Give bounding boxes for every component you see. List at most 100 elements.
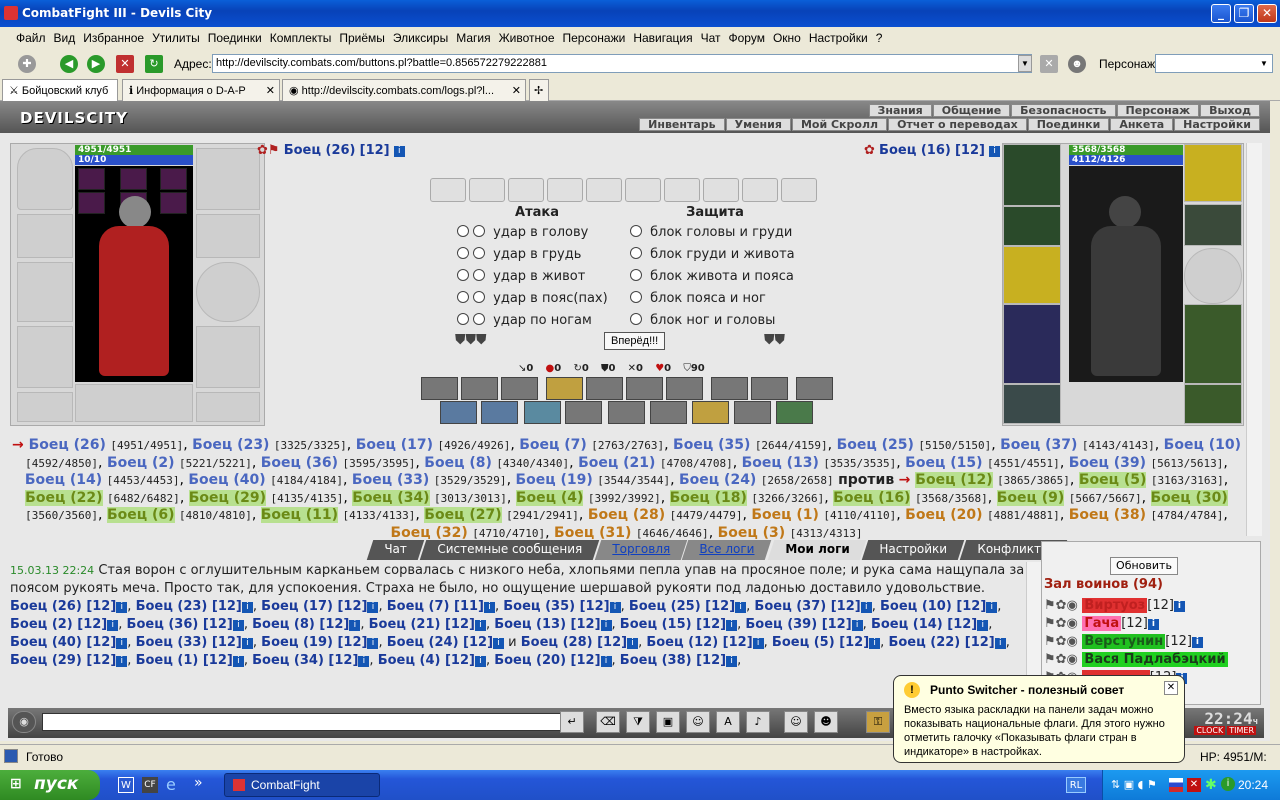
rune-slots[interactable]: [75, 384, 193, 422]
word-icon[interactable]: W: [118, 777, 134, 793]
send-icon[interactable]: ↵: [560, 711, 584, 733]
clear-icon[interactable]: ✕: [1040, 55, 1058, 73]
roster-fighter-green[interactable]: Боец (11): [260, 507, 339, 523]
roster-fighter-orange[interactable]: Боец (31): [554, 525, 631, 541]
info-icon[interactable]: i: [107, 620, 119, 631]
defense-radio[interactable]: [630, 225, 642, 237]
technique-slot[interactable]: [650, 401, 687, 424]
scroll-slot[interactable]: [508, 178, 544, 202]
boots-slot[interactable]: [1184, 384, 1242, 424]
more-icon[interactable]: »: [194, 775, 203, 791]
legs-slot[interactable]: [1184, 304, 1242, 384]
info-icon[interactable]: i: [627, 638, 639, 649]
stop-icon[interactable]: ✕: [116, 55, 134, 73]
roster-fighter-green[interactable]: Боец (29): [188, 489, 267, 506]
app-quicklaunch-icon[interactable]: CF: [142, 777, 158, 793]
armor-slot[interactable]: [17, 326, 73, 388]
menu-duels[interactable]: Поединки: [204, 28, 266, 48]
technique-slot[interactable]: [626, 377, 663, 400]
log-fighter[interactable]: Боец (12) [12]: [646, 635, 752, 650]
nav-security[interactable]: Безопасность: [1011, 104, 1116, 117]
technique-slot[interactable]: [666, 377, 703, 400]
item-slot[interactable]: [78, 192, 105, 214]
warrior-row[interactable]: ⚑✿◉ Верстунин [12] i: [1044, 634, 1203, 652]
attack-option-waist[interactable]: удар в пояс(пах): [457, 291, 608, 306]
attack-radio[interactable]: [473, 291, 485, 303]
menu-characters[interactable]: Персонажи: [559, 28, 630, 48]
info-icon[interactable]: i: [474, 620, 486, 631]
log-fighter[interactable]: Боец (19) [12]: [261, 635, 367, 650]
defense-option-1[interactable]: блок головы и груди: [630, 225, 792, 240]
log-fighter[interactable]: Боец (34) [12]: [252, 653, 358, 668]
roster-fighter-blue[interactable]: Боец (39): [1069, 455, 1146, 471]
scroll-slot[interactable]: [469, 178, 505, 202]
bracers-slot[interactable]: [17, 214, 73, 258]
save-icon[interactable]: ▣: [656, 711, 680, 733]
attack-radio[interactable]: [473, 225, 485, 237]
nav-scroll[interactable]: Мой Скролл: [791, 118, 888, 131]
helmet-slot[interactable]: [1003, 144, 1061, 206]
roster-fighter-orange[interactable]: Боец (20): [905, 507, 982, 523]
roster-fighter-blue[interactable]: Боец (26): [29, 437, 106, 453]
bracers-slot[interactable]: [1003, 206, 1061, 246]
attack-option-head[interactable]: удар в голову: [457, 225, 588, 240]
warrior-row[interactable]: ⚑✿◉ Виртуоз [12] i: [1044, 598, 1185, 616]
attack-radio[interactable]: [457, 247, 469, 259]
defense-radio[interactable]: [630, 269, 642, 281]
log-fighter[interactable]: Боец (13) [12]: [494, 617, 600, 632]
menu-techniques[interactable]: Приёмы: [335, 28, 389, 48]
scroll-slot[interactable]: [625, 178, 661, 202]
address-input[interactable]: http://devilscity.combats.com/buttons.pl…: [212, 54, 1032, 73]
technique-slot[interactable]: [796, 377, 833, 400]
maximize-button[interactable]: ❐: [1234, 4, 1254, 23]
roster-fighter-blue[interactable]: Боец (25): [837, 437, 914, 453]
roster-fighter-green[interactable]: Боец (6): [106, 507, 175, 523]
tab-logs[interactable]: ◉ http://devilscity.combats.com/logs.pl?…: [282, 79, 526, 101]
users-icon[interactable]: ☻: [1068, 55, 1086, 73]
info-icon[interactable]: i: [241, 638, 253, 649]
opponent-avatar[interactable]: [1069, 166, 1183, 382]
shield-slot[interactable]: [196, 262, 260, 322]
log-fighter[interactable]: Боец (17) [12]: [261, 599, 367, 614]
log-fighter[interactable]: Боец (26) [12]: [10, 599, 116, 614]
left-character-name[interactable]: Боец (26): [284, 143, 356, 158]
taskbar-combatfight[interactable]: CombatFight: [224, 773, 380, 797]
flag-icon[interactable]: [1169, 778, 1183, 792]
info-icon[interactable]: i: [735, 602, 747, 613]
nav-exit[interactable]: Выход: [1200, 104, 1260, 117]
info-icon[interactable]: i: [367, 638, 379, 649]
info-icon[interactable]: i: [367, 602, 379, 613]
log-fighter[interactable]: Боец (33) [12]: [136, 635, 242, 650]
technique-slot[interactable]: [692, 401, 729, 424]
belt-slot[interactable]: [1003, 384, 1061, 424]
menu-favorites[interactable]: Избранное: [79, 28, 148, 48]
tab-system[interactable]: Системные сообщения: [419, 540, 599, 560]
info-icon[interactable]: i: [483, 602, 495, 613]
filter-icon[interactable]: ⧩: [626, 711, 650, 733]
warrior-name[interactable]: Вася Падлабэцкий: [1082, 652, 1228, 667]
log-fighter[interactable]: Боец (22) [12]: [888, 635, 994, 650]
menu-view[interactable]: Вид: [50, 28, 80, 48]
menu-icon[interactable]: ◉: [12, 711, 36, 733]
game-scrollbar[interactable]: [1246, 143, 1262, 536]
roster-fighter-blue[interactable]: Боец (14): [25, 472, 102, 488]
menu-forum[interactable]: Форум: [725, 28, 769, 48]
log-fighter[interactable]: Боец (40) [12]: [10, 635, 116, 650]
eraser-icon[interactable]: ⌫: [596, 711, 620, 733]
menu-help[interactable]: ?: [872, 28, 887, 48]
attack-option-chest[interactable]: удар в грудь: [457, 247, 581, 262]
attack-radio[interactable]: [473, 269, 485, 281]
technique-slot[interactable]: [481, 401, 518, 424]
back-icon[interactable]: ◀: [60, 55, 78, 73]
menu-file[interactable]: Файл: [12, 28, 50, 48]
info-icon[interactable]: i: [1147, 619, 1159, 630]
roster-fighter-blue[interactable]: Боец (36): [261, 455, 338, 471]
armor-slot[interactable]: [1003, 304, 1061, 384]
item-slot[interactable]: [78, 168, 105, 190]
shield-slot[interactable]: [1184, 248, 1242, 304]
log-fighter[interactable]: Боец (15) [12]: [620, 617, 726, 632]
technique-slot[interactable]: [421, 377, 458, 400]
person-icon[interactable]: ☺: [686, 711, 710, 733]
info-icon[interactable]: i: [986, 602, 998, 613]
tab-info[interactable]: ℹ Информация о D-A-P ✕: [122, 79, 280, 101]
